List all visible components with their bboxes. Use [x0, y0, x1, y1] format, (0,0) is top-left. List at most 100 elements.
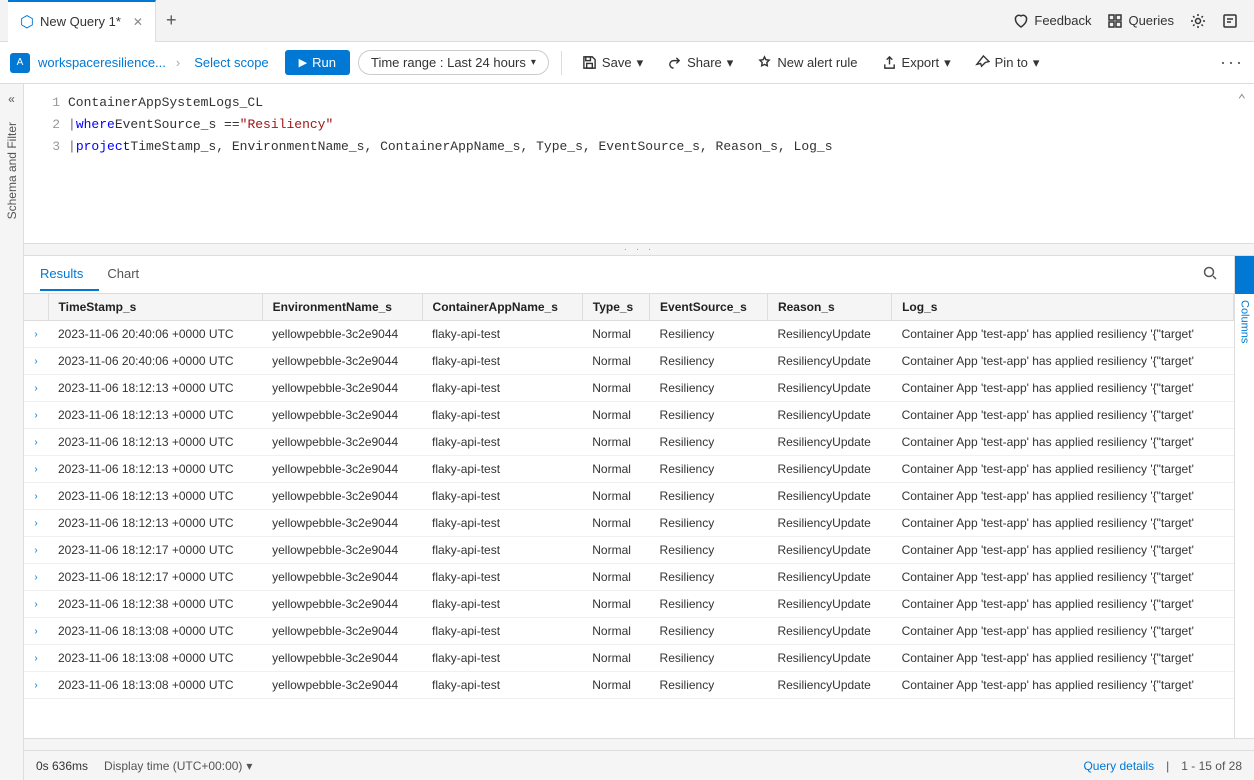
tab-new-query-1[interactable]: ⬡ New Query 1* ✕	[8, 0, 156, 42]
table-cell: 2023-11-06 18:13:08 +0000 UTC	[48, 618, 262, 645]
display-time-chevron: ▾	[246, 759, 252, 773]
search-results-button[interactable]	[1202, 265, 1218, 284]
col-header-log[interactable]: Log_s	[892, 294, 1234, 321]
code-line-1: 1 ContainerAppSystemLogs_CL	[24, 92, 1254, 114]
share-chevron-icon: ▾	[727, 55, 734, 71]
settings-button[interactable]	[1190, 13, 1206, 29]
results-table-container: TimeStamp_s EnvironmentName_s ContainerA…	[24, 294, 1234, 738]
table-cell: Resiliency	[650, 429, 768, 456]
table-cell: flaky-api-test	[422, 321, 582, 348]
table-row: ›2023-11-06 20:40:06 +0000 UTCyellowpebb…	[24, 348, 1234, 375]
toolbar: A workspaceresilience... › Select scope …	[0, 42, 1254, 84]
row-expand-btn[interactable]: ›	[24, 483, 48, 510]
row-expand-btn[interactable]: ›	[24, 591, 48, 618]
table-cell: yellowpebble-3c2e9044	[262, 483, 422, 510]
export-button[interactable]: Export ▾	[874, 51, 959, 75]
table-cell: 2023-11-06 18:12:13 +0000 UTC	[48, 456, 262, 483]
drag-handle[interactable]: · · ·	[24, 244, 1254, 256]
table-cell: 2023-11-06 18:12:13 +0000 UTC	[48, 483, 262, 510]
row-expand-btn[interactable]: ›	[24, 537, 48, 564]
status-right: Query details | 1 - 15 of 28	[1083, 759, 1242, 773]
feedback-button[interactable]: Feedback	[1013, 13, 1091, 29]
query-details-link[interactable]: Query details	[1083, 759, 1154, 773]
row-expand-btn[interactable]: ›	[24, 375, 48, 402]
row-expand-btn[interactable]: ›	[24, 429, 48, 456]
tab-results[interactable]: Results	[40, 258, 99, 291]
run-label: Run	[312, 55, 336, 70]
row-expand-btn[interactable]: ›	[24, 645, 48, 672]
display-time-button[interactable]: Display time (UTC+00:00) ▾	[104, 759, 252, 773]
table-cell: 2023-11-06 20:40:06 +0000 UTC	[48, 348, 262, 375]
table-cell: Normal	[582, 483, 649, 510]
columns-label[interactable]: Columns	[1239, 300, 1251, 343]
row-expand-btn[interactable]: ›	[24, 510, 48, 537]
table-row: ›2023-11-06 18:12:13 +0000 UTCyellowpebb…	[24, 456, 1234, 483]
collapse-editor-button[interactable]: ⌃	[1238, 92, 1246, 109]
table-cell: yellowpebble-3c2e9044	[262, 672, 422, 699]
query-editor[interactable]: 1 ContainerAppSystemLogs_CL 2 | where Ev…	[24, 84, 1254, 244]
row-expand-btn[interactable]: ›	[24, 321, 48, 348]
left-sidebar[interactable]: « Schema and Filter	[0, 84, 24, 780]
share-button[interactable]: Share ▾	[659, 51, 741, 75]
workspace-name[interactable]: workspaceresilience...	[38, 55, 166, 70]
table-cell: ResiliencyUpdate	[767, 402, 891, 429]
table-row: ›2023-11-06 18:12:13 +0000 UTCyellowpebb…	[24, 510, 1234, 537]
row-expand-btn[interactable]: ›	[24, 456, 48, 483]
status-bar: 0s 636ms Display time (UTC+00:00) ▾ Quer…	[24, 750, 1254, 780]
run-button[interactable]: ▶ Run	[285, 50, 350, 75]
time-range-button[interactable]: Time range : Last 24 hours ▾	[358, 50, 549, 75]
pin-icon	[975, 55, 990, 70]
col-header-appname[interactable]: ContainerAppName_s	[422, 294, 582, 321]
add-tab-button[interactable]: +	[156, 0, 187, 42]
table-cell: ResiliencyUpdate	[767, 456, 891, 483]
col-header-envname[interactable]: EnvironmentName_s	[262, 294, 422, 321]
table-cell: Normal	[582, 402, 649, 429]
queries-button[interactable]: Queries	[1107, 13, 1174, 29]
more-actions-button[interactable]: ···	[1220, 52, 1244, 73]
row-expand-btn[interactable]: ›	[24, 348, 48, 375]
table-cell: yellowpebble-3c2e9044	[262, 375, 422, 402]
horizontal-scrollbar[interactable]	[24, 738, 1254, 750]
table-cell: flaky-api-test	[422, 483, 582, 510]
table-cell: Container App 'test-app' has applied res…	[892, 645, 1234, 672]
content-area: 1 ContainerAppSystemLogs_CL 2 | where Ev…	[24, 84, 1254, 780]
save-button[interactable]: Save ▾	[574, 51, 651, 75]
export-label: Export	[902, 55, 940, 70]
table-cell: 2023-11-06 18:12:13 +0000 UTC	[48, 510, 262, 537]
table-cell: Resiliency	[650, 564, 768, 591]
col-header-type[interactable]: Type_s	[582, 294, 649, 321]
table-header-row: TimeStamp_s EnvironmentName_s ContainerA…	[24, 294, 1234, 321]
select-scope-button[interactable]: Select scope	[194, 55, 268, 70]
table-cell: flaky-api-test	[422, 456, 582, 483]
table-cell: yellowpebble-3c2e9044	[262, 591, 422, 618]
table-cell: 2023-11-06 18:13:08 +0000 UTC	[48, 645, 262, 672]
pin-chevron-icon: ▾	[1033, 55, 1040, 71]
col-header-reason[interactable]: Reason_s	[767, 294, 891, 321]
table-cell: Container App 'test-app' has applied res…	[892, 402, 1234, 429]
queries-label: Queries	[1128, 13, 1174, 28]
table-cell: Normal	[582, 645, 649, 672]
col-header-eventsource[interactable]: EventSource_s	[650, 294, 768, 321]
save-chevron-icon: ▾	[637, 55, 644, 71]
new-alert-button[interactable]: New alert rule	[749, 51, 865, 74]
pin-to-button[interactable]: Pin to ▾	[967, 51, 1048, 75]
table-row: ›2023-11-06 18:13:08 +0000 UTCyellowpebb…	[24, 672, 1234, 699]
docs-button[interactable]	[1222, 13, 1238, 29]
tab-chart[interactable]: Chart	[107, 258, 155, 291]
table-cell: yellowpebble-3c2e9044	[262, 348, 422, 375]
table-cell: yellowpebble-3c2e9044	[262, 321, 422, 348]
table-cell: yellowpebble-3c2e9044	[262, 402, 422, 429]
row-expand-btn[interactable]: ›	[24, 672, 48, 699]
tab-close-icon[interactable]: ✕	[133, 15, 143, 29]
table-cell: Container App 'test-app' has applied res…	[892, 591, 1234, 618]
table-cell: yellowpebble-3c2e9044	[262, 564, 422, 591]
col-header-timestamp[interactable]: TimeStamp_s	[48, 294, 262, 321]
row-expand-btn[interactable]: ›	[24, 564, 48, 591]
columns-panel: Columns	[1234, 256, 1254, 738]
table-cell: Normal	[582, 618, 649, 645]
row-expand-btn[interactable]: ›	[24, 618, 48, 645]
table-cell: 2023-11-06 18:12:13 +0000 UTC	[48, 429, 262, 456]
table-cell: Normal	[582, 429, 649, 456]
row-expand-btn[interactable]: ›	[24, 402, 48, 429]
table-cell: Normal	[582, 564, 649, 591]
